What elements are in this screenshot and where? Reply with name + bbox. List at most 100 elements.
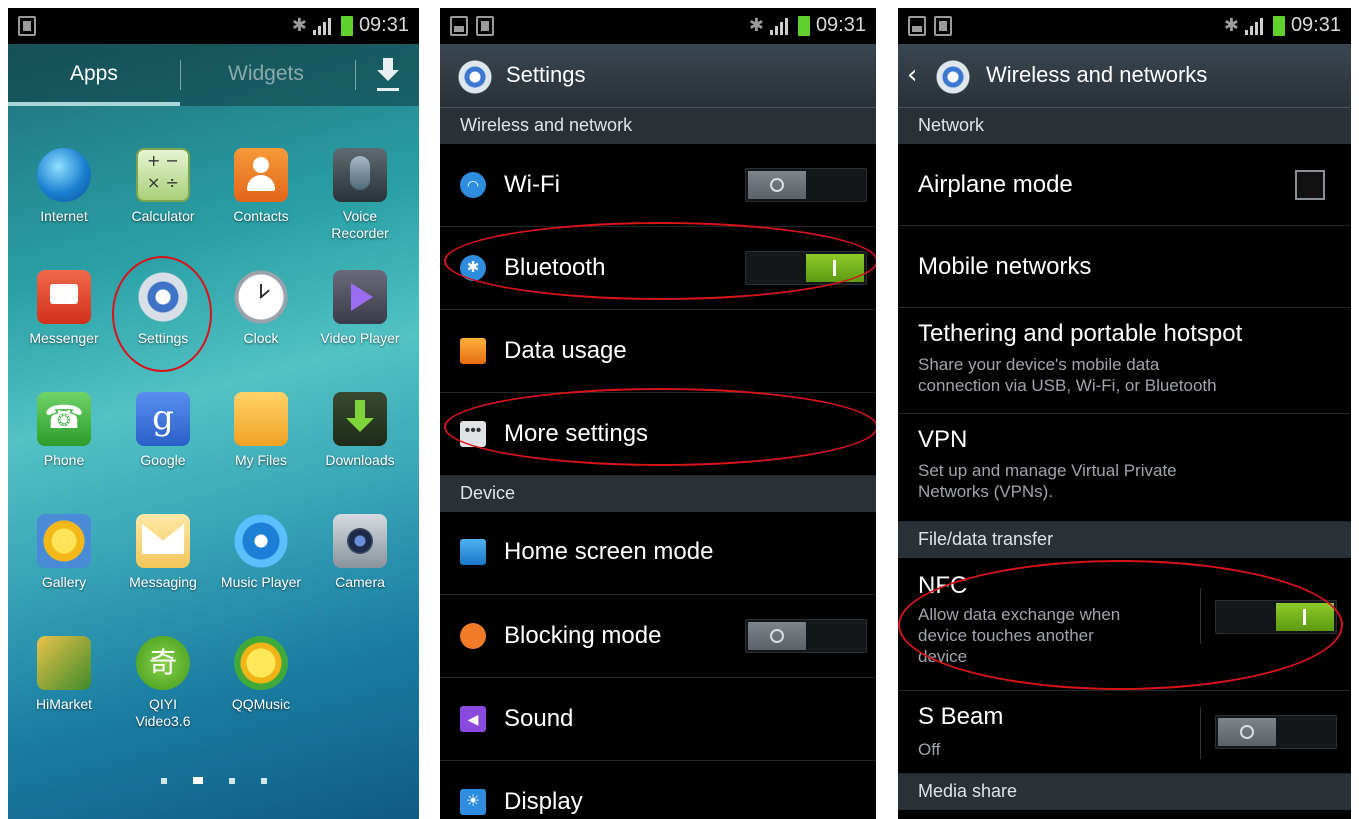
section-network: Network — [898, 108, 1351, 144]
image-notification-icon — [450, 16, 468, 36]
setting-airplane-mode[interactable]: Airplane mode — [898, 144, 1351, 226]
airplane-mode-checkbox[interactable] — [1295, 170, 1325, 200]
setting-vpn[interactable]: VPN Set up and manage Virtual Private Ne… — [898, 414, 1351, 522]
app-qiyi[interactable]: 奇 QIYI Video3.6 — [113, 636, 213, 730]
status-time: 09:31 — [358, 14, 409, 36]
status-time: 09:31 — [1290, 14, 1341, 36]
tab-divider — [180, 60, 181, 90]
page-title: Wireless and networks — [986, 62, 1208, 87]
status-bar: ✱ 09:31 — [440, 8, 876, 44]
setting-display[interactable]: ☀ Display — [440, 761, 876, 819]
settings-gear-icon — [136, 270, 190, 324]
download-icon — [333, 392, 387, 446]
app-messaging[interactable]: Messaging — [113, 514, 213, 591]
setting-home-screen-mode[interactable]: Home screen mode — [440, 512, 876, 595]
setting-wifi[interactable]: ◠ Wi-Fi — [440, 144, 876, 227]
nfc-toggle[interactable] — [1215, 600, 1337, 634]
qiyi-icon: 奇 — [136, 636, 190, 690]
wifi-toggle[interactable] — [745, 168, 867, 202]
calculator-icon: + − × ÷ — [136, 148, 190, 202]
s-beam-toggle[interactable] — [1215, 715, 1337, 749]
camera-icon — [333, 514, 387, 568]
app-google[interactable]: g Google — [113, 392, 213, 469]
back-chevron-icon[interactable]: ‹ — [907, 60, 917, 90]
settings-gear-icon[interactable] — [936, 60, 970, 94]
sim-icon — [476, 16, 494, 36]
app-contacts[interactable]: Contacts — [211, 148, 311, 225]
more-icon: ••• — [460, 421, 486, 447]
app-himarket[interactable]: HiMarket — [14, 636, 114, 713]
globe-icon — [37, 148, 91, 202]
app-qqmusic[interactable]: QQMusic — [211, 636, 311, 713]
blocking-mode-toggle[interactable] — [745, 619, 867, 653]
tab-apps[interactable]: Apps — [70, 62, 118, 86]
download-icon[interactable] — [375, 58, 401, 90]
wireless-networks-phone: ✱ 09:31 ‹ Wireless and networks Network … — [898, 8, 1351, 819]
setting-mobile-networks[interactable]: Mobile networks — [898, 226, 1351, 308]
gallery-icon — [37, 514, 91, 568]
sim-icon — [18, 16, 36, 36]
app-internet[interactable]: Internet — [14, 148, 114, 225]
signal-icon — [1244, 17, 1267, 35]
setting-tethering[interactable]: Tethering and portable hotspot Share you… — [898, 308, 1351, 414]
settings-phone: ✱ 09:31 Settings Wireless and network ◠ … — [440, 8, 876, 819]
page-dot[interactable] — [160, 777, 167, 784]
signal-icon — [312, 17, 335, 35]
image-notification-icon — [908, 16, 926, 36]
setting-more-settings[interactable]: ••• More settings — [440, 393, 876, 476]
page-dot-active[interactable] — [192, 777, 203, 784]
app-music-player[interactable]: Music Player — [211, 514, 311, 591]
wifi-icon: ◠ — [460, 172, 486, 198]
bluetooth-status-icon: ✱ — [1223, 15, 1239, 35]
setting-sound[interactable]: ◀ Sound — [440, 678, 876, 761]
app-phone[interactable]: Phone — [14, 392, 114, 469]
status-bar: ✱ 09:31 — [898, 8, 1351, 44]
setting-bluetooth[interactable]: ✱ Bluetooth — [440, 227, 876, 310]
battery-icon — [340, 15, 353, 36]
sbeam-divider — [1200, 707, 1201, 759]
sim-icon — [934, 16, 952, 36]
page-dot[interactable] — [228, 777, 235, 784]
status-time: 09:31 — [815, 14, 866, 36]
clock-icon — [234, 270, 288, 324]
home-icon — [460, 539, 486, 565]
battery-icon — [797, 15, 810, 36]
app-my-files[interactable]: My Files — [211, 392, 311, 469]
section-wireless-network: Wireless and network — [440, 108, 876, 144]
app-gallery[interactable]: Gallery — [14, 514, 114, 591]
app-video-player[interactable]: Video Player — [310, 270, 410, 347]
messenger-icon — [37, 270, 91, 324]
app-clock[interactable]: Clock — [211, 270, 311, 347]
drawer-tabs: Apps Widgets — [8, 44, 419, 106]
app-settings[interactable]: Settings — [113, 270, 213, 347]
nfc-divider — [1200, 588, 1201, 644]
google-icon: g — [136, 392, 190, 446]
tab-apps-indicator — [8, 102, 180, 106]
app-voice-recorder[interactable]: Voice Recorder — [310, 148, 410, 242]
settings-gear-icon[interactable] — [458, 60, 492, 94]
video-player-icon — [333, 270, 387, 324]
bluetooth-icon: ✱ — [460, 255, 486, 281]
page-title: Settings — [506, 62, 586, 87]
setting-data-usage[interactable]: Data usage — [440, 310, 876, 393]
setting-nfc[interactable]: NFC Allow data exchange when device touc… — [898, 558, 1351, 691]
data-usage-icon — [460, 338, 486, 364]
phone-icon — [37, 392, 91, 446]
setting-s-beam[interactable]: S Beam Off — [898, 691, 1351, 774]
tab-widgets[interactable]: Widgets — [228, 62, 304, 86]
download-icon-base — [377, 88, 399, 91]
app-camera[interactable]: Camera — [310, 514, 410, 591]
section-media-share: Media share — [898, 774, 1351, 810]
wireless-app-bar: ‹ Wireless and networks — [898, 44, 1351, 108]
home-screen-phone: ✱ 09:31 Apps Widgets Internet + − × ÷ Cal… — [8, 8, 419, 819]
setting-blocking-mode[interactable]: Blocking mode — [440, 595, 876, 678]
folder-icon — [234, 392, 288, 446]
bluetooth-toggle[interactable] — [745, 251, 867, 285]
page-dot[interactable] — [260, 777, 267, 784]
app-downloads[interactable]: Downloads — [310, 392, 410, 469]
section-device: Device — [440, 476, 876, 512]
qqmusic-icon — [234, 636, 288, 690]
app-calculator[interactable]: + − × ÷ Calculator — [113, 148, 213, 225]
app-messenger[interactable]: Messenger — [14, 270, 114, 347]
page-indicator — [8, 770, 419, 789]
